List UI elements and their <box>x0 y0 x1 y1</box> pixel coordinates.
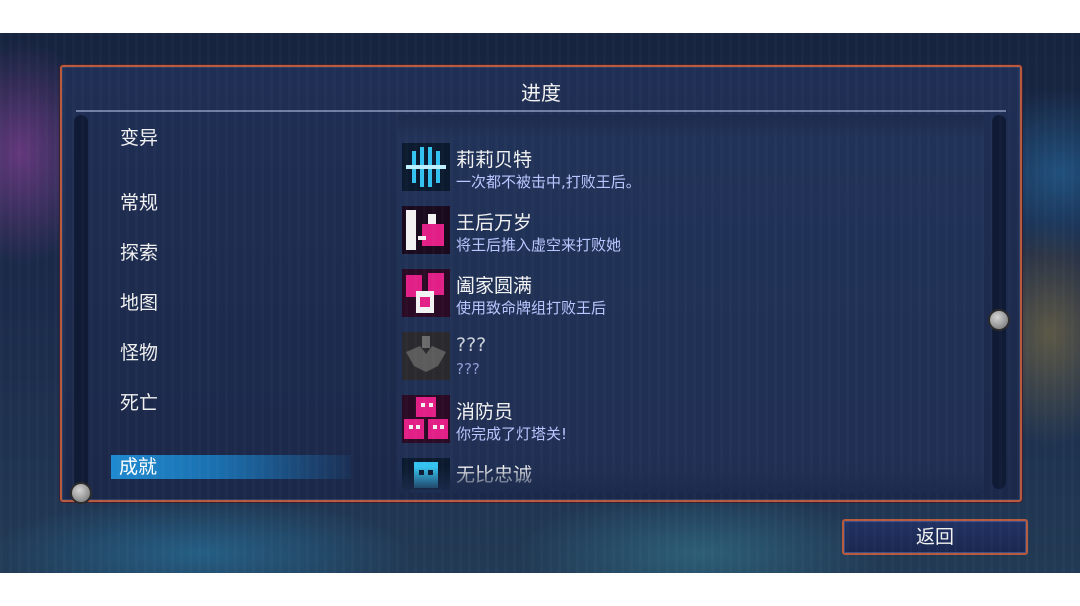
category-scroll-knob[interactable] <box>70 482 92 504</box>
achievement-desc: 你完成了灯塔关! <box>456 425 568 443</box>
achievement-desc: 使用致命牌组打败王后 <box>456 299 607 317</box>
achievement-desc: ??? <box>456 360 480 378</box>
achievement-name: 莉莉贝特 <box>456 149 533 171</box>
progress-panel: 进度 变异 常规 探索 地图 怪物 死亡 成就 莉莉贝特 一次都不被击中,打败王… <box>60 65 1022 504</box>
category-mutations[interactable]: 变异 <box>120 123 158 150</box>
category-general[interactable]: 常规 <box>120 188 158 215</box>
achievement-item[interactable]: 阖家圆满 使用致命牌组打败王后 <box>402 269 962 321</box>
achievement-item[interactable]: 消防员 你完成了灯塔关! <box>402 395 962 447</box>
category-achievements[interactable]: 成就 <box>111 455 351 479</box>
achievement-name: 王后万岁 <box>456 212 533 234</box>
achievement-name: 消防员 <box>456 401 514 423</box>
game-background: 进度 变异 常规 探索 地图 怪物 死亡 成就 莉莉贝特 一次都不被击中,打败王… <box>0 33 1080 573</box>
category-list: 变异 常规 探索 地图 怪物 死亡 成就 <box>102 115 362 489</box>
achievement-scrollbar[interactable] <box>992 115 1006 489</box>
category-map[interactable]: 地图 <box>120 288 158 315</box>
achievement-item[interactable]: ??? ??? <box>402 332 962 384</box>
locked-winged-icon <box>402 332 450 380</box>
title-divider <box>76 110 1006 112</box>
achievement-name: 阖家圆满 <box>456 275 533 297</box>
panel-title: 进度 <box>521 81 561 105</box>
queen-push-icon <box>402 206 450 254</box>
achievement-list[interactable]: 莉莉贝特 一次都不被击中,打败王后。 王后万岁 将王后推入虚空来打败她 阖家圆满… <box>398 115 984 493</box>
category-exploration[interactable]: 探索 <box>120 238 158 265</box>
card-deck-icon <box>402 269 450 317</box>
category-deaths[interactable]: 死亡 <box>120 388 158 415</box>
category-scrollbar[interactable] <box>74 115 88 489</box>
achievement-desc: 将王后推入虚空来打败她 <box>456 236 622 254</box>
masks-icon <box>402 395 450 443</box>
achievement-desc: 一次都不被击中,打败王后。 <box>456 173 641 191</box>
category-monsters[interactable]: 怪物 <box>120 338 158 365</box>
achievement-name: ??? <box>456 334 487 356</box>
achievement-item[interactable]: 王后万岁 将王后推入虚空来打败她 <box>402 206 962 258</box>
achievement-scroll-knob[interactable] <box>988 309 1010 331</box>
back-button[interactable]: 返回 <box>842 519 1028 555</box>
achievement-item[interactable]: 莉莉贝特 一次都不被击中,打败王后。 <box>402 143 962 195</box>
lightning-sword-icon <box>402 143 450 191</box>
